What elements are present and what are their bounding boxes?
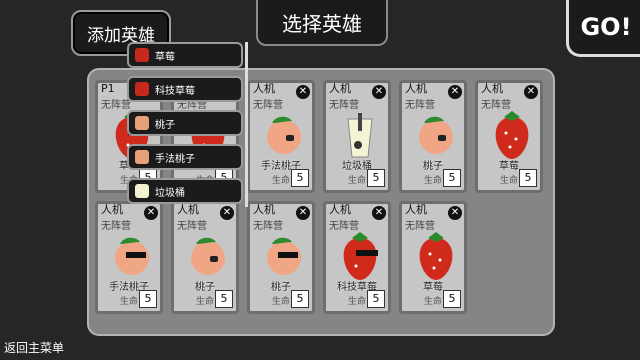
hero-portrait xyxy=(347,113,373,158)
add-hero-dropdown: 草莓 科技草莓 桃子 手法桃子 垃圾桶 xyxy=(127,42,249,207)
hero-portrait xyxy=(495,111,529,159)
hero-portrait xyxy=(419,116,453,154)
remove-hero-button[interactable]: ✕ xyxy=(296,85,310,99)
hp-value[interactable]: 5 xyxy=(367,169,385,187)
hp-value[interactable]: 5 xyxy=(519,169,537,187)
tech-strawberry-icon xyxy=(135,82,149,96)
hp-value[interactable]: 5 xyxy=(443,169,461,187)
dropdown-item-label: 桃子 xyxy=(155,119,175,131)
remove-hero-button[interactable]: ✕ xyxy=(372,85,386,99)
dropdown-item-skill-peach[interactable]: 手法桃子 xyxy=(127,144,243,170)
dropdown-item-label: 垃圾桶 xyxy=(155,187,185,199)
hero-card[interactable]: 人机 无阵营 ✕ 垃圾桶 生命 5 xyxy=(323,80,391,193)
player-type-label: 人机 xyxy=(329,203,351,216)
hp-label: 生命 xyxy=(424,297,443,307)
hp-value[interactable]: 5 xyxy=(443,290,461,308)
hero-card[interactable]: 人机 无阵营 ✕ 手法桃子 生命 5 xyxy=(95,201,163,314)
hp-label: 生命 xyxy=(500,176,519,186)
hp-label: 生命 xyxy=(424,176,443,186)
dropdown-item-label: 科技草莓 xyxy=(155,85,195,97)
hero-portrait xyxy=(115,237,149,275)
hp-label: 生命 xyxy=(120,297,139,307)
hp-value[interactable]: 5 xyxy=(367,290,385,308)
remove-hero-button[interactable]: ✕ xyxy=(220,206,234,220)
hero-portrait xyxy=(267,237,301,275)
dropdown-item-strawberry[interactable]: 草莓 xyxy=(127,42,243,68)
hero-card[interactable]: 人机 无阵营 ✕ 手法桃子 生命 5 xyxy=(247,80,315,193)
player-type-label: 人机 xyxy=(101,203,123,216)
hero-portrait xyxy=(191,237,225,275)
remove-hero-button[interactable]: ✕ xyxy=(448,85,462,99)
hp-value[interactable]: 5 xyxy=(139,290,157,308)
back-to-main-menu-link[interactable]: 返回主菜单 xyxy=(4,339,64,356)
remove-hero-button[interactable]: ✕ xyxy=(144,206,158,220)
remove-hero-button[interactable]: ✕ xyxy=(296,206,310,220)
remove-hero-button[interactable]: ✕ xyxy=(448,206,462,220)
player-type-label: P1 xyxy=(101,82,115,95)
player-type-label: 人机 xyxy=(329,82,351,95)
dropdown-item-peach[interactable]: 桃子 xyxy=(127,110,243,136)
strawberry-icon xyxy=(135,48,149,62)
page-title: 选择英雄 xyxy=(256,0,388,46)
hp-value[interactable]: 5 xyxy=(291,290,309,308)
player-type-label: 人机 xyxy=(405,82,427,95)
player-type-label: 人机 xyxy=(481,82,503,95)
hero-card[interactable]: 人机无阵营✕科技草莓生命5 xyxy=(323,201,391,314)
hp-label: 生命 xyxy=(348,297,367,307)
hp-label: 生命 xyxy=(272,176,291,186)
hp-value[interactable]: 5 xyxy=(215,290,233,308)
hero-card[interactable]: 人机 无阵营 ✕ 桃子 生命 5 xyxy=(171,201,239,314)
go-button[interactable]: GO! xyxy=(566,0,640,57)
peach-icon xyxy=(135,116,149,130)
hero-card[interactable]: 人机 无阵营 ✕ 草莓 生命 5 xyxy=(399,201,467,314)
player-type-label: 人机 xyxy=(405,203,427,216)
skill-peach-icon xyxy=(135,150,149,164)
dropdown-item-tech-strawberry[interactable]: 科技草莓 xyxy=(127,76,243,102)
trash-can-icon xyxy=(135,184,149,198)
dropdown-item-trash-can[interactable]: 垃圾桶 xyxy=(127,178,243,204)
hero-portrait xyxy=(267,116,301,154)
hp-value[interactable]: 5 xyxy=(291,169,309,187)
hero-card[interactable]: 人机 无阵营 ✕ 桃子 生命 5 xyxy=(399,80,467,193)
hp-label: 生命 xyxy=(348,176,367,186)
player-type-label: 人机 xyxy=(253,82,275,95)
hp-label: 生命 xyxy=(272,297,291,307)
remove-hero-button[interactable]: ✕ xyxy=(524,85,538,99)
player-type-label: 人机 xyxy=(253,203,275,216)
hero-card[interactable]: 人机 无阵营 ✕ 草莓 生命 5 xyxy=(475,80,543,193)
hero-card[interactable]: 人机 无阵营 ✕ 桃子 生命 5 xyxy=(247,201,315,314)
hp-label: 生命 xyxy=(196,297,215,307)
dropdown-item-label: 手法桃子 xyxy=(155,153,195,165)
dropdown-item-label: 草莓 xyxy=(155,51,175,63)
remove-hero-button[interactable]: ✕ xyxy=(372,206,386,220)
hero-portrait xyxy=(343,232,378,280)
dropdown-scrollbar[interactable] xyxy=(245,42,248,207)
hero-portrait xyxy=(419,232,453,280)
